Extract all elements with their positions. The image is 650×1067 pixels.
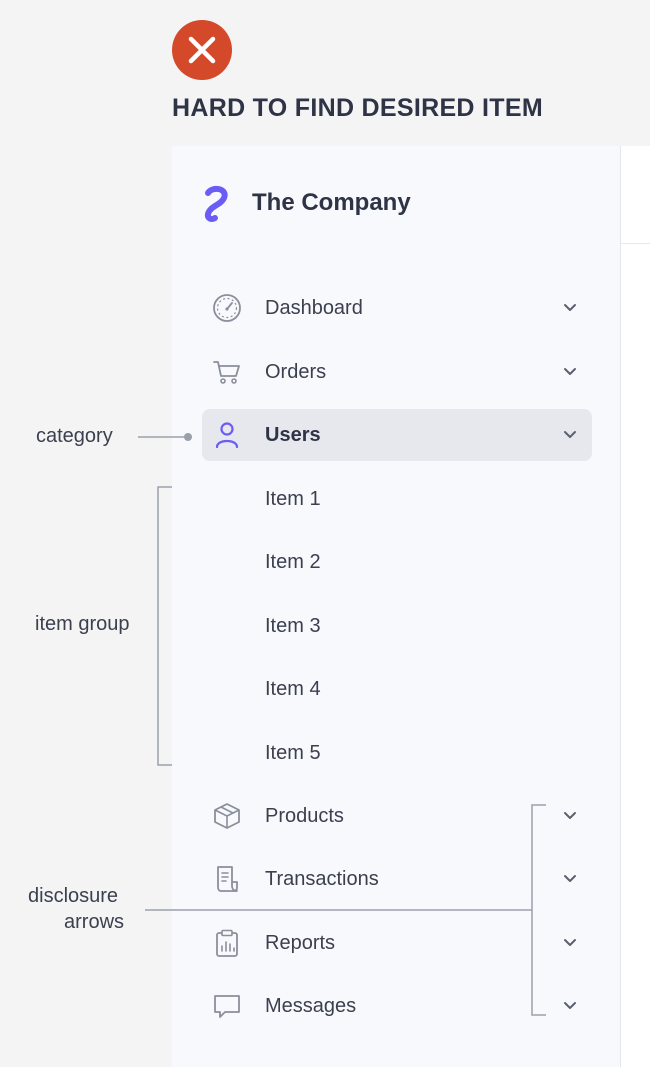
annotation-arrows: arrows [64, 911, 125, 933]
annotation-category: category [36, 425, 113, 447]
annotation-disclosure: disclosure [28, 885, 119, 907]
annotation-item-group: item group [35, 613, 130, 635]
